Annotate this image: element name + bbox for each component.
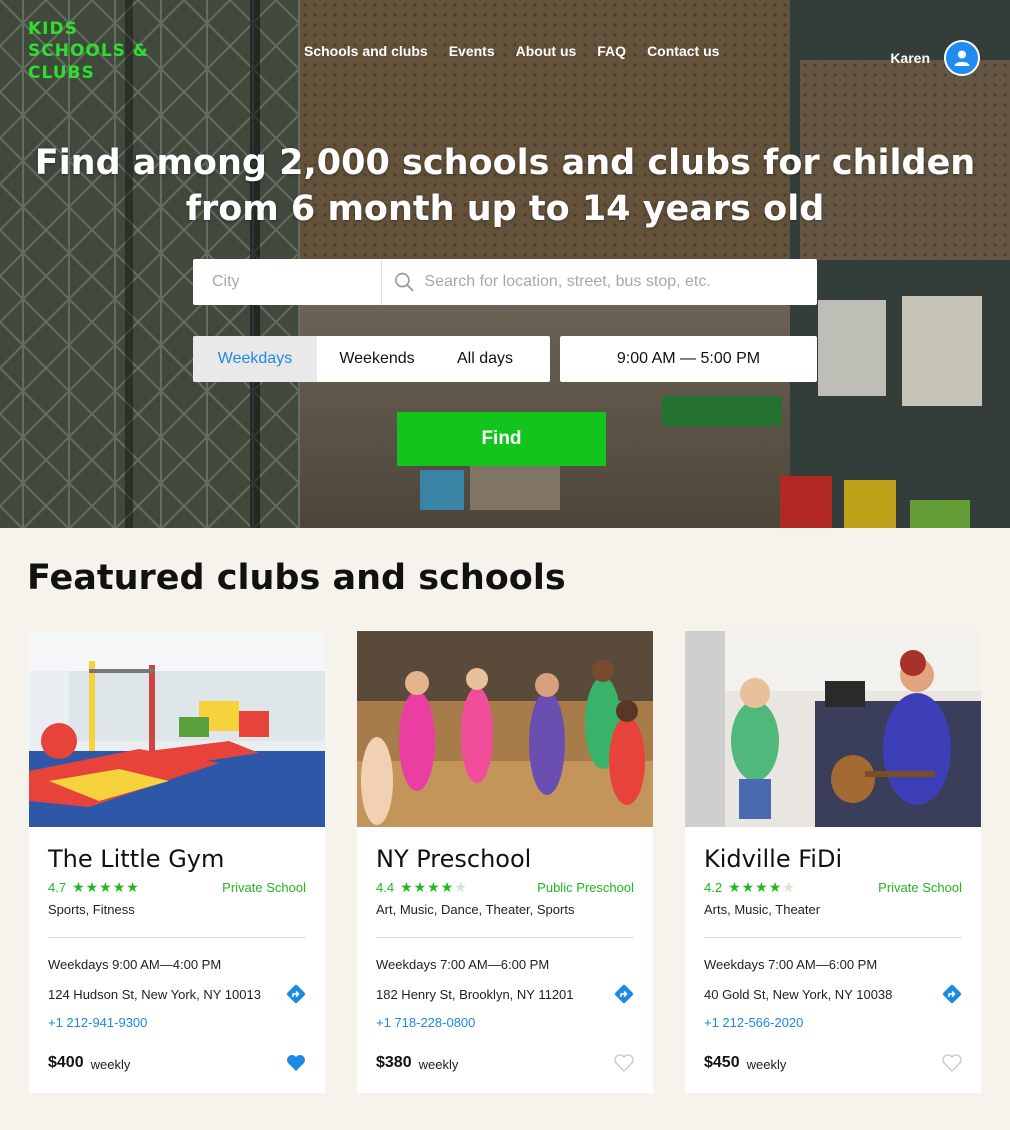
school-card[interactable]: Kidville FiDi 4.2 ★★★★★ Private School A…: [685, 631, 981, 1093]
days-toggle: Weekdays Weekends All days: [193, 336, 550, 382]
school-type: Private School: [878, 880, 962, 895]
price: $400: [48, 1054, 84, 1071]
avatar[interactable]: [944, 40, 980, 76]
nav-events[interactable]: Events: [449, 43, 495, 59]
rating-value: 4.7: [48, 880, 67, 895]
card-body: Kidville FiDi 4.2 ★★★★★ Private School A…: [685, 827, 981, 1072]
card-body: NY Preschool 4.4 ★★★★★ Public Preschool …: [357, 827, 653, 1072]
dance-class-photo: [357, 631, 653, 827]
location-field-wrap: [382, 259, 817, 305]
address: 40 Gold St, New York, NY 10038: [704, 986, 893, 1002]
rating-stars: ★★★★★: [72, 879, 140, 895]
search-icon: [395, 272, 414, 292]
card-title[interactable]: NY Preschool: [376, 845, 634, 873]
school-type: Public Preschool: [537, 880, 634, 895]
activity-tags: Sports, Fitness: [48, 902, 135, 917]
location-search-input[interactable]: [424, 273, 817, 291]
rating-stars: ★★★★★: [728, 879, 796, 895]
card-photo-preschool[interactable]: [357, 631, 653, 827]
city-field-wrap: [193, 259, 382, 305]
card-title[interactable]: Kidville FiDi: [704, 845, 962, 873]
heart-outline-icon[interactable]: [614, 1054, 634, 1072]
card-title[interactable]: The Little Gym: [48, 845, 306, 873]
hero-headline: Find among 2,000 schools and clubs for c…: [0, 140, 1010, 232]
search-bar: [193, 259, 817, 305]
rating-value: 4.2: [704, 880, 723, 895]
card-photo-kidville[interactable]: [685, 631, 981, 827]
card-body: The Little Gym 4.7 ★★★★★ Private School …: [29, 827, 325, 1072]
opening-hours: Weekdays 7:00 AM—6:00 PM: [704, 957, 878, 972]
price-row: $400 weekly: [48, 1054, 306, 1072]
directions-icon[interactable]: [614, 984, 634, 1004]
city-input[interactable]: [212, 273, 381, 291]
heart-icon[interactable]: [286, 1054, 306, 1072]
address: 182 Henry St, Brooklyn, NY 11201: [376, 986, 574, 1002]
opening-hours: Weekdays 7:00 AM—6:00 PM: [376, 957, 550, 972]
card-divider: [704, 937, 962, 938]
price-period: weekly: [746, 1056, 787, 1072]
phone-link[interactable]: +1 718-228-0800: [376, 1015, 634, 1030]
day-option-all-days[interactable]: All days: [437, 336, 533, 382]
rating-stars: ★★★★★: [400, 879, 468, 895]
hero-headline-line-2: from 6 month up to 14 years old: [185, 189, 825, 229]
day-option-weekdays[interactable]: Weekdays: [193, 336, 317, 382]
featured-title: Featured clubs and schools: [27, 558, 566, 598]
user-menu[interactable]: Karen: [890, 40, 980, 76]
hero-section: KIDS SCHOOLS & CLUBS Schools and clubs E…: [0, 0, 1010, 528]
brand-line-1: KIDS: [28, 19, 78, 39]
price-row: $450 weekly: [704, 1054, 962, 1072]
address-row: 124 Hudson St, New York, NY 10013: [48, 984, 306, 1004]
school-card[interactable]: NY Preschool 4.4 ★★★★★ Public Preschool …: [357, 631, 653, 1093]
phone-link[interactable]: +1 212-566-2020: [704, 1015, 962, 1030]
music-class-photo: [685, 631, 981, 827]
time-range-selector[interactable]: 9:00 AM — 5:00 PM: [560, 336, 817, 382]
heart-outline-icon[interactable]: [942, 1054, 962, 1072]
phone-link[interactable]: +1 212-941-9300: [48, 1015, 306, 1030]
gym-photo: [29, 631, 325, 827]
nav-schools-and-clubs[interactable]: Schools and clubs: [304, 43, 428, 59]
day-option-weekends[interactable]: Weekends: [317, 336, 437, 382]
card-meta: 4.2 ★★★★★ Private School: [704, 879, 962, 896]
nav-about-us[interactable]: About us: [516, 43, 577, 59]
price: $380: [376, 1054, 412, 1071]
find-button[interactable]: Find: [397, 412, 606, 466]
school-card[interactable]: The Little Gym 4.7 ★★★★★ Private School …: [29, 631, 325, 1093]
main-nav: Schools and clubs Events About us FAQ Co…: [304, 43, 740, 59]
card-divider: [48, 937, 306, 938]
card-divider: [376, 937, 634, 938]
brand-line-3: CLUBS: [28, 63, 95, 83]
directions-icon[interactable]: [286, 984, 306, 1004]
hero-headline-line-1: Find among 2,000 schools and clubs for c…: [34, 143, 976, 183]
card-photo-gym[interactable]: [29, 631, 325, 827]
card-meta: 4.7 ★★★★★ Private School: [48, 879, 306, 896]
brand-logo[interactable]: KIDS SCHOOLS & CLUBS: [28, 18, 149, 84]
nav-faq[interactable]: FAQ: [597, 43, 626, 59]
user-name: Karen: [890, 50, 930, 66]
address-row: 182 Henry St, Brooklyn, NY 11201: [376, 984, 634, 1004]
activity-tags: Art, Music, Dance, Theater, Sports: [376, 902, 575, 917]
nav-contact-us[interactable]: Contact us: [647, 43, 719, 59]
price-period: weekly: [90, 1056, 131, 1072]
address: 124 Hudson St, New York, NY 10013: [48, 986, 261, 1002]
brand-line-2: SCHOOLS &: [28, 41, 149, 61]
card-meta: 4.4 ★★★★★ Public Preschool: [376, 879, 634, 896]
price: $450: [704, 1054, 740, 1071]
activity-tags: Arts, Music, Theater: [704, 902, 821, 917]
price-row: $380 weekly: [376, 1054, 634, 1072]
opening-hours: Weekdays 9:00 AM—4:00 PM: [48, 957, 222, 972]
rating-value: 4.4: [376, 880, 395, 895]
address-row: 40 Gold St, New York, NY 10038: [704, 984, 962, 1004]
directions-icon[interactable]: [942, 984, 962, 1004]
price-period: weekly: [418, 1056, 459, 1072]
school-type: Private School: [222, 880, 306, 895]
user-icon: [954, 50, 970, 66]
